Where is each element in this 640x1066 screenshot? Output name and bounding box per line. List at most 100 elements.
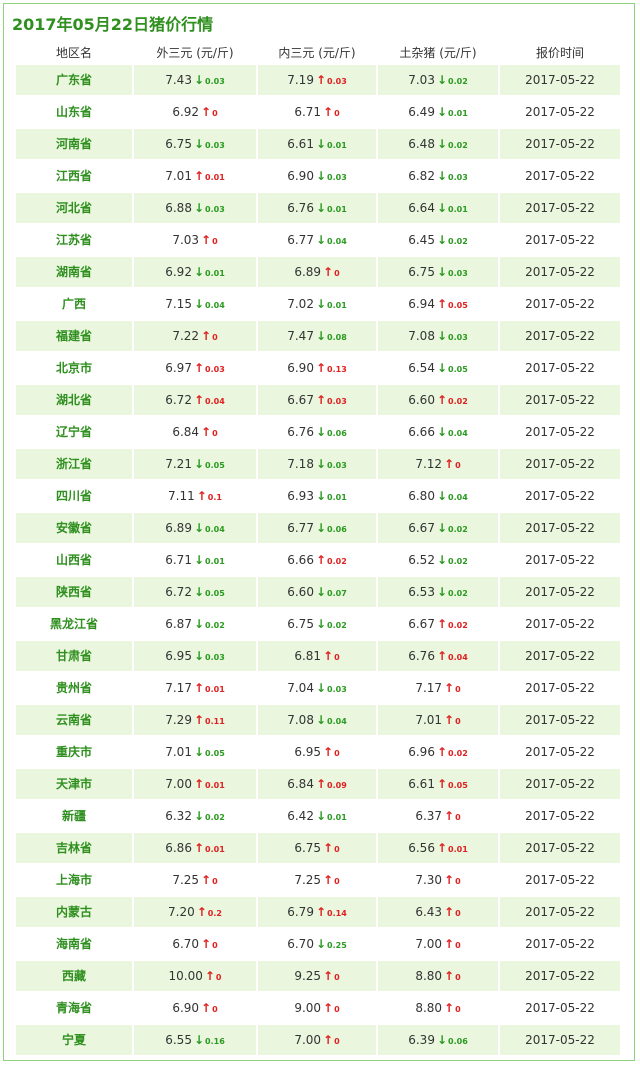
arrow-down-icon: ↓ (436, 329, 448, 343)
region-name: 安徽省 (16, 513, 132, 543)
change-value: 0.02 (205, 813, 225, 822)
arrow-down-icon: ↓ (315, 489, 327, 503)
quote-date: 2017-05-22 (525, 873, 595, 887)
quote-date: 2017-05-22 (500, 65, 620, 95)
change-value: 0.01 (448, 205, 468, 214)
price-value: 6.76 (287, 425, 314, 439)
price-value: 6.80 (408, 489, 435, 503)
price-value: 6.76 (408, 649, 435, 663)
price-value: 7.08 (408, 329, 435, 343)
change-value: 0.02 (205, 621, 225, 630)
change-value: 0.11 (205, 717, 225, 726)
change-value: 0 (455, 877, 461, 886)
change-value: 0.01 (205, 781, 225, 790)
local-hog-price: 6.96 ↑0.02 (378, 737, 498, 767)
table-row: 江苏省 7.03 ↑0 6.77 ↓0.04 6.45 ↓0.02 2017-05-22 (16, 224, 620, 256)
change-value: 0.04 (327, 717, 347, 726)
inner-three-price: 7.18 ↓0.03 (258, 449, 376, 479)
change-value: 0.04 (448, 493, 468, 502)
local-hog-price: 7.12 ↑0 (378, 449, 498, 479)
change-value: 0.03 (327, 461, 347, 470)
arrow-up-icon: ↑ (315, 361, 327, 375)
table-row: 浙江省 7.21 ↓0.05 7.18 ↓0.03 7.12 ↑0 2017-05-22 (16, 448, 620, 480)
table-row: 重庆市 7.01 ↓0.05 6.95 ↑0 6.96 ↑0.02 2017-05-22 (16, 736, 620, 768)
price-value: 9.25 (294, 969, 322, 983)
change-value: 0.02 (327, 621, 347, 630)
table-row: 海南省 6.70 ↑0 6.70 ↓0.25 7.00 ↑0 2017-05-22 (16, 928, 620, 960)
arrow-down-icon: ↓ (193, 649, 205, 663)
price-value: 6.67 (408, 617, 435, 631)
price-value: 7.47 (287, 329, 314, 343)
region-name: 湖南省 (16, 257, 132, 287)
local-hog-price: 6.66 ↓0.04 (378, 417, 498, 447)
price-value: 6.32 (165, 809, 192, 823)
local-hog-price: 8.80 ↑0 (378, 961, 498, 991)
arrow-down-icon: ↓ (436, 489, 448, 503)
price-value: 7.01 (415, 713, 443, 727)
change-value: 0.08 (327, 333, 347, 342)
arrow-up-icon: ↑ (436, 745, 448, 759)
region-name: 黑龙江省 (49, 617, 98, 631)
table-row: 山西省 6.71 ↓0.01 6.66 ↑0.02 6.52 ↓0.02 2017-05-22 (16, 544, 620, 576)
arrow-down-icon: ↓ (315, 617, 327, 631)
change-value: 0.14 (327, 909, 347, 918)
change-value: 0.02 (448, 237, 468, 246)
quote-date: 2017-05-22 (500, 257, 620, 287)
price-value: 6.76 (287, 201, 314, 215)
inner-three-price: 6.90 ↑0.13 (258, 353, 376, 383)
arrow-up-icon: ↑ (323, 1033, 334, 1047)
local-hog-price: 6.67 ↑0.02 (378, 609, 498, 639)
price-value: 6.45 (408, 233, 435, 247)
arrow-down-icon: ↓ (193, 297, 205, 311)
arrow-down-icon: ↓ (193, 265, 205, 279)
price-value: 8.80 (415, 969, 443, 983)
region-name: 云南省 (16, 705, 132, 735)
header-inner-three: 内三元 (元/斤) (278, 46, 356, 60)
change-value: 0.05 (205, 749, 225, 758)
outer-three-price: 7.00 ↑0.01 (134, 769, 256, 799)
region-name: 河南省 (16, 129, 132, 159)
change-value: 0.04 (327, 237, 347, 246)
header-quote-time: 报价时间 (535, 46, 584, 60)
price-value: 6.72 (165, 585, 192, 599)
arrow-down-icon: ↓ (193, 809, 205, 823)
outer-three-price: 6.72 ↑0.04 (134, 385, 256, 415)
local-hog-price: 7.30 ↑0 (378, 865, 498, 895)
quote-date: 2017-05-22 (500, 897, 620, 927)
price-value: 8.80 (415, 1001, 443, 1015)
arrow-up-icon: ↑ (323, 265, 334, 279)
region-name: 天津市 (16, 769, 132, 799)
arrow-up-icon: ↑ (444, 457, 455, 471)
change-value: 0.16 (205, 1037, 225, 1046)
arrow-up-icon: ↑ (323, 745, 334, 759)
price-value: 7.43 (165, 73, 192, 87)
region-name: 青海省 (55, 1001, 92, 1015)
change-value: 0.02 (448, 141, 468, 150)
arrow-down-icon: ↓ (193, 73, 205, 87)
price-value: 6.90 (287, 361, 314, 375)
price-value: 6.64 (408, 201, 435, 215)
price-value: 6.66 (408, 425, 435, 439)
table-row: 山东省 6.92 ↑0 6.71 ↑0 6.49 ↓0.01 2017-05-22 (16, 96, 620, 128)
local-hog-price: 6.94 ↑0.05 (378, 289, 498, 319)
change-value: 0.01 (205, 845, 225, 854)
price-value: 7.00 (415, 937, 443, 951)
outer-three-price: 7.21 ↓0.05 (134, 449, 256, 479)
arrow-down-icon: ↓ (315, 297, 327, 311)
change-value: 0.02 (448, 557, 468, 566)
arrow-down-icon: ↓ (193, 553, 205, 567)
outer-three-price: 7.01 ↓0.05 (134, 737, 256, 767)
quote-date: 2017-05-22 (500, 641, 620, 671)
inner-three-price: 7.04 ↓0.03 (258, 673, 376, 703)
price-value: 7.00 (165, 777, 192, 791)
table-row: 广东省 7.43 ↓0.03 7.19 ↑0.03 7.03 ↓0.02 2017-05-22 (16, 64, 620, 96)
table-row: 陕西省 6.72 ↓0.05 6.60 ↓0.07 6.53 ↓0.02 2017-05-22 (16, 576, 620, 608)
price-value: 6.75 (287, 617, 314, 631)
table-row: 广西 7.15 ↓0.04 7.02 ↓0.01 6.94 ↑0.05 2017-05-22 (16, 288, 620, 320)
inner-three-price: 6.90 ↓0.03 (258, 161, 376, 191)
table-row: 安徽省 6.89 ↓0.04 6.77 ↓0.06 6.67 ↓0.02 2017-05-22 (16, 512, 620, 544)
table-row: 四川省 7.11 ↑0.1 6.93 ↓0.01 6.80 ↓0.04 2017-05-22 (16, 480, 620, 512)
table-row: 云南省 7.29 ↑0.11 7.08 ↓0.04 7.01 ↑0 2017-05-22 (16, 704, 620, 736)
inner-three-price: 6.70 ↓0.25 (258, 929, 376, 959)
price-value: 7.01 (165, 169, 192, 183)
